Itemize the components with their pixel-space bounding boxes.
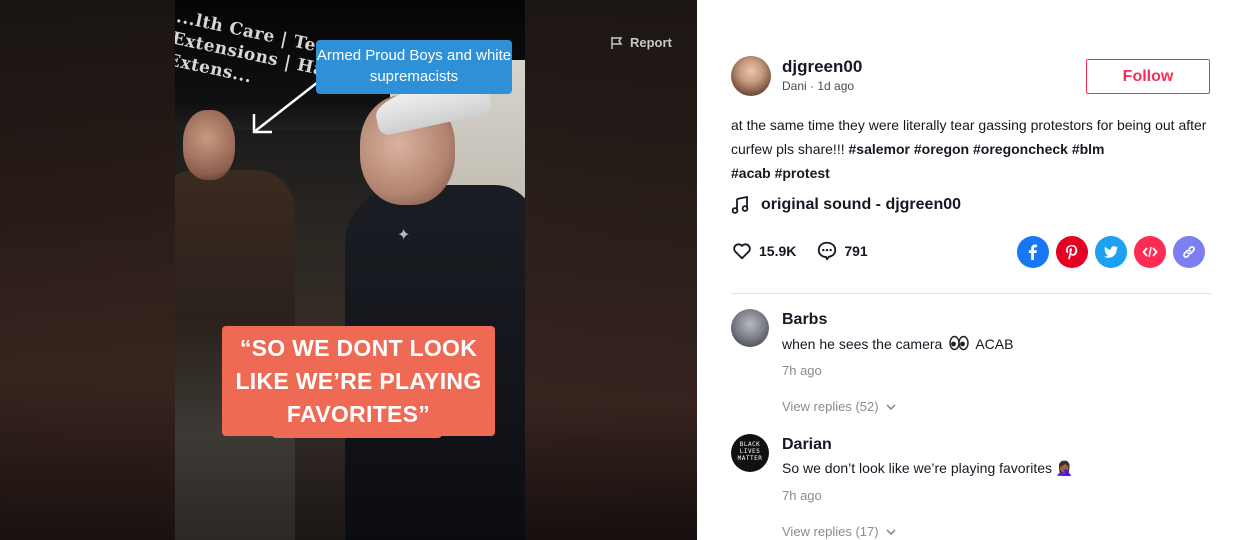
heart-icon xyxy=(733,243,751,260)
pinterest-icon xyxy=(1066,245,1078,260)
video-pane[interactable]: ...lth Care | Teet... Extensions | Hair … xyxy=(0,0,697,540)
view-replies-button[interactable]: View replies (52) xyxy=(782,399,897,414)
comment-text: when he sees the camera ACAB xyxy=(782,335,1013,352)
post-description: at the same time they were literally tea… xyxy=(731,113,1221,185)
video-blur-left xyxy=(0,0,175,540)
hashtag-link[interactable]: #salemor xyxy=(849,141,910,157)
comment-button[interactable]: 791 xyxy=(816,240,868,262)
comment-author[interactable]: Barbs xyxy=(782,311,827,329)
comment-author[interactable]: Darian xyxy=(782,436,832,454)
comment-count: 791 xyxy=(844,243,868,259)
twitter-share-button[interactable] xyxy=(1095,236,1127,268)
badge-star-icon: ✦ xyxy=(397,227,411,244)
flag-icon xyxy=(611,36,623,49)
comment-avatar[interactable]: BLACK LIVES MATTER xyxy=(731,434,769,472)
comment-text-part: ACAB xyxy=(975,336,1014,352)
music-link[interactable]: original sound - djgreen00 xyxy=(731,196,961,214)
hashtag-link[interactable]: #blm xyxy=(1072,141,1105,157)
author-username[interactable]: djgreen00 xyxy=(782,57,862,77)
post-description-text: at the same time they were literally tea… xyxy=(731,117,1207,157)
comment-time: 7h ago xyxy=(782,488,822,503)
person-left-head xyxy=(183,110,235,180)
post-details-panel: djgreen00 Dani · 1d ago Follow at the sa… xyxy=(697,0,1245,540)
like-button[interactable]: 15.9K xyxy=(731,240,796,262)
report-label: Report xyxy=(630,35,672,50)
facebook-share-button[interactable] xyxy=(1017,236,1049,268)
arrow-icon xyxy=(252,81,319,134)
hashtag-link[interactable]: #oregoncheck xyxy=(973,141,1068,157)
author-meta: Dani · 1d ago xyxy=(782,79,855,93)
music-note-icon xyxy=(731,196,749,214)
twitter-icon xyxy=(1103,246,1118,258)
music-title: original sound - djgreen00 xyxy=(761,196,962,213)
avatar-text: BLACK LIVES MATTER xyxy=(737,441,763,462)
video-blur-right xyxy=(525,0,697,540)
comment-text-part: when he sees the camera xyxy=(782,336,943,352)
comment-text: So we don’t look like we’re playing favo… xyxy=(782,460,1074,476)
author-avatar[interactable] xyxy=(731,56,771,96)
view-replies-button[interactable]: View replies (17) xyxy=(782,524,897,539)
comment-time: 7h ago xyxy=(782,363,822,378)
link-icon xyxy=(1183,246,1195,258)
eyes-emoji-icon xyxy=(949,335,969,351)
hashtag-link[interactable]: #protest xyxy=(775,165,830,181)
hashtag-link[interactable]: #acab xyxy=(731,165,771,181)
embed-code-icon xyxy=(1142,246,1158,258)
view-replies-label: View replies (17) xyxy=(782,524,879,539)
facebook-icon xyxy=(1028,244,1037,260)
video-caption-top: Armed Proud Boys and white supremacists xyxy=(316,40,512,94)
view-replies-label: View replies (52) xyxy=(782,399,879,414)
comment-avatar[interactable] xyxy=(731,309,769,347)
like-count: 15.9K xyxy=(759,243,797,259)
post-stats: 15.9K 791 xyxy=(731,240,888,262)
report-button[interactable]: Report xyxy=(610,35,672,50)
copy-link-button[interactable] xyxy=(1173,236,1205,268)
comment-bubble-icon xyxy=(818,241,837,261)
pinterest-share-button[interactable] xyxy=(1056,236,1088,268)
embed-share-button[interactable] xyxy=(1134,236,1166,268)
follow-button[interactable]: Follow xyxy=(1086,59,1210,94)
video-caption-main: “SO WE DONT LOOK LIKE WE’RE PLAYING FAVO… xyxy=(222,326,495,436)
chevron-down-icon xyxy=(886,403,896,410)
share-buttons xyxy=(1017,236,1205,268)
chevron-down-icon xyxy=(886,528,896,535)
hashtag-link[interactable]: #oregon xyxy=(914,141,969,157)
divider xyxy=(731,293,1211,294)
